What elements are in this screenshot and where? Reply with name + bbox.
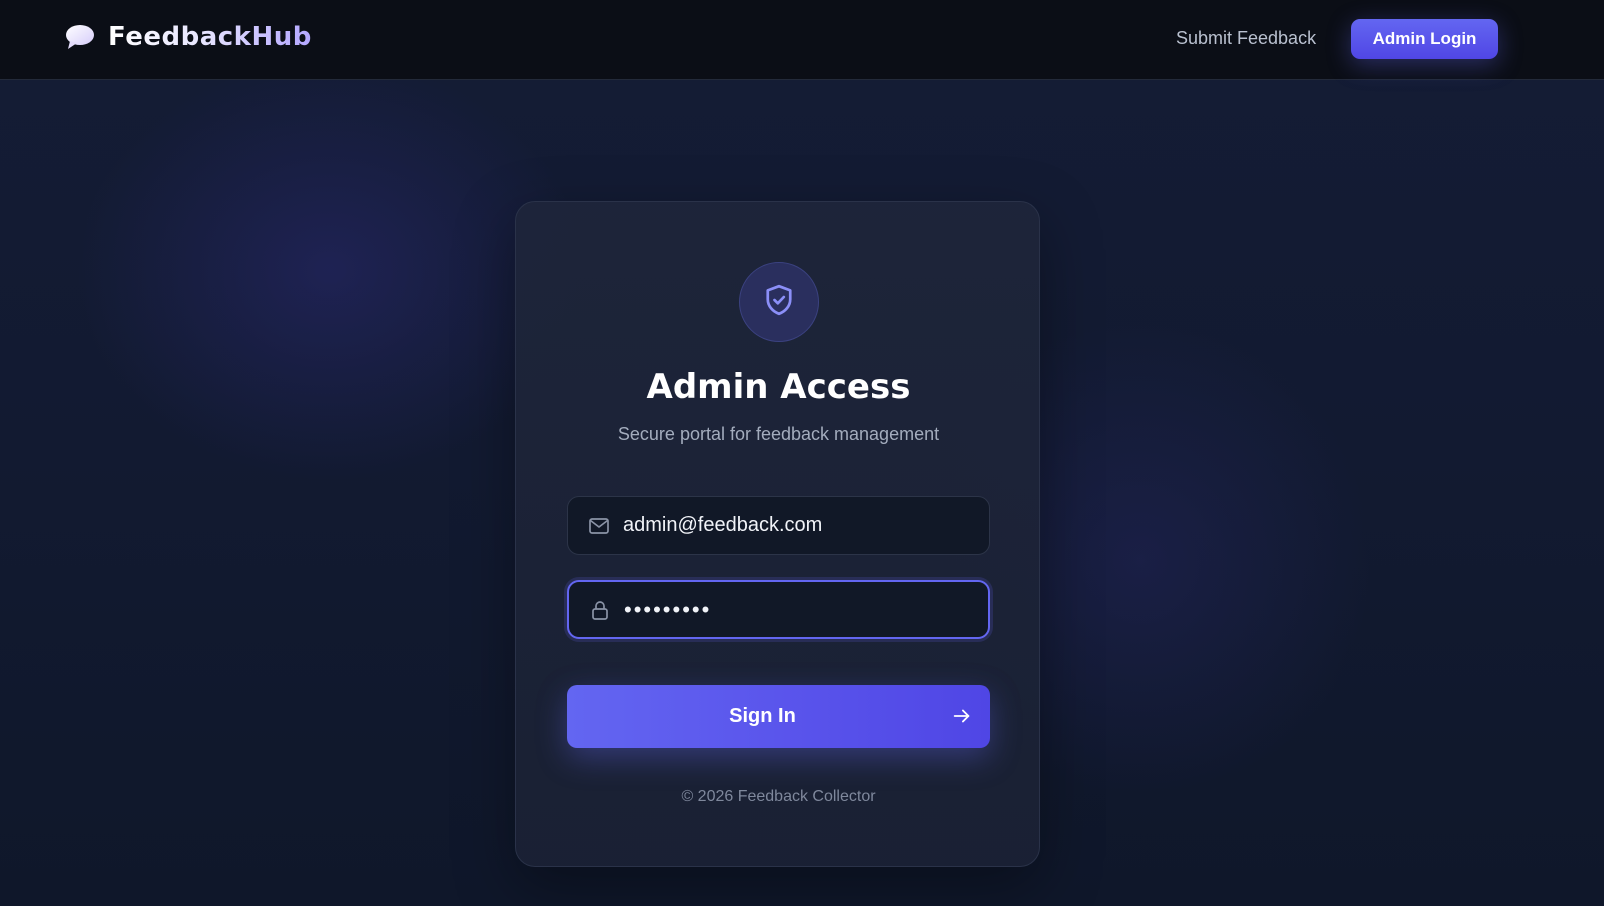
email-field[interactable] (567, 496, 990, 555)
lock-icon (588, 598, 612, 622)
arrow-right-icon (951, 705, 973, 727)
shield-badge (739, 262, 819, 342)
email-input[interactable] (623, 497, 973, 554)
login-subtitle: Secure portal for feedback management (617, 424, 940, 444)
submit-feedback-link[interactable]: Submit Feedback (1176, 28, 1316, 49)
shield-check-icon (761, 282, 797, 323)
admin-login-button[interactable]: Admin Login (1351, 19, 1498, 59)
page: FeedbackHub Submit Feedback Admin Login … (0, 0, 1604, 906)
login-title: Admin Access (646, 367, 911, 407)
password-input[interactable] (624, 582, 974, 637)
mail-icon (587, 514, 611, 538)
brand[interactable]: FeedbackHub (62, 20, 312, 54)
sign-in-button[interactable]: Sign In (567, 685, 990, 748)
speech-bubble-icon (62, 20, 96, 54)
login-card: Admin Access Secure portal for feedback … (515, 201, 1040, 867)
top-navbar: FeedbackHub Submit Feedback Admin Login (0, 0, 1604, 80)
footer-copyright: © 2026 Feedback Collector (681, 788, 876, 805)
brand-name: FeedbackHub (108, 22, 312, 52)
sign-in-label: Sign In (729, 705, 796, 727)
password-field[interactable] (567, 580, 990, 639)
